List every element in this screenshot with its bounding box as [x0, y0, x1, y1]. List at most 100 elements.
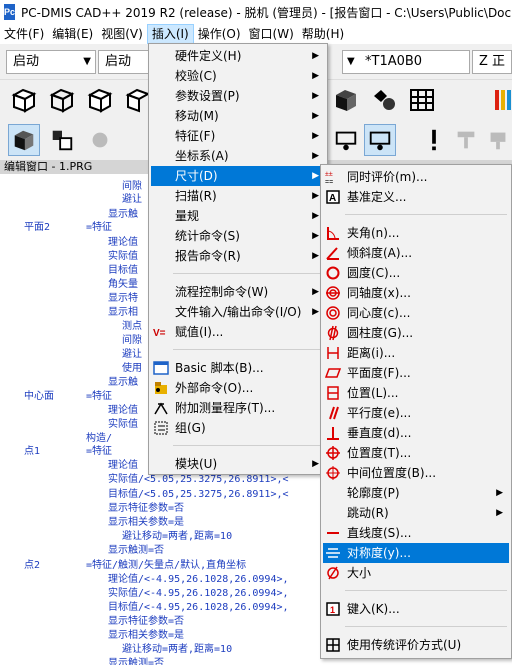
menu-item-scan[interactable]: 扫描(R) ▶	[151, 186, 325, 206]
menu-item-feature[interactable]: 特征(F) ▶	[151, 126, 325, 146]
fixture-icon[interactable]	[330, 124, 362, 156]
menu-item-group[interactable]: 组(G)	[151, 418, 325, 438]
code-line[interactable]: 目标值/<-4.95,26.1028,26.0994>,	[108, 598, 289, 613]
code-line[interactable]: 显示特征参数=否	[108, 499, 184, 514]
code-line[interactable]: 实际值	[108, 247, 138, 262]
code-line[interactable]: =特征/触测/矢量点/默认,直角坐标	[86, 556, 246, 571]
view-hidden-icon[interactable]	[84, 84, 116, 116]
view-wireframe-icon[interactable]	[46, 84, 78, 116]
code-line[interactable]: 角矢量	[108, 275, 138, 290]
code-line[interactable]: 避让	[122, 345, 142, 360]
menu-item-parameter-settings[interactable]: 参数设置(P) ▶	[151, 86, 325, 106]
menu-item-cylindricity[interactable]: 圆柱度(G)...	[323, 323, 509, 343]
code-line[interactable]: 实际值/<-4.95,26.1028,26.0994>,	[108, 584, 289, 599]
code-line[interactable]: 避让	[122, 190, 142, 205]
menu-item-perpendicularity[interactable]: 垂直度(d)...	[323, 423, 509, 443]
code-line[interactable]: 理论值	[108, 233, 138, 248]
code-line[interactable]: 显示特	[108, 289, 138, 304]
menu-item-hardware-definition[interactable]: 硬件定义(H) ▶	[151, 46, 325, 66]
menu-item-distance[interactable]: 距离(i)...	[323, 343, 509, 363]
code-line[interactable]: =特征	[86, 442, 112, 457]
menu-item-angularity[interactable]: 倾斜度(A)...	[323, 243, 509, 263]
feature-label[interactable]: 点2	[24, 556, 40, 571]
code-line[interactable]: 避让移动=两者,距离=10	[122, 640, 232, 655]
multi-cube-icon[interactable]	[46, 124, 78, 156]
code-line[interactable]: 显示触测=否	[108, 541, 164, 556]
menu-insert[interactable]: 插入(I)	[146, 24, 194, 44]
view-direction-combo[interactable]: Z 正	[472, 50, 512, 74]
shapes-icon[interactable]	[368, 84, 400, 116]
code-line[interactable]: 显示特征参数=否	[108, 612, 184, 627]
code-line[interactable]: 目标值/<5.05,25.3275,26.8911>,<	[108, 485, 289, 500]
code-line[interactable]: 使用	[122, 359, 142, 374]
alignment-combo[interactable]: 启动	[98, 50, 150, 74]
menu-item-flatness[interactable]: 平面度(F)...	[323, 363, 509, 383]
solid-select-icon[interactable]	[8, 124, 40, 156]
code-line[interactable]: 目标值	[108, 261, 138, 276]
menu-item-basic-script[interactable]: Basic 脚本(B)...	[151, 358, 325, 378]
code-line[interactable]: 显示触测=否	[108, 654, 164, 665]
menu-item-keyin[interactable]: 1 键入(K)...	[323, 599, 509, 619]
feature-label[interactable]: 点1	[24, 442, 40, 457]
menu-item-concentricity[interactable]: 同心度(c)...	[323, 303, 509, 323]
menu-help[interactable]: 帮助(H)	[298, 24, 348, 44]
menu-item-attach-program[interactable]: 附加测量程序(T)...	[151, 398, 325, 418]
code-line[interactable]: 显示触	[108, 205, 138, 220]
menu-item-alignment[interactable]: 坐标系(A) ▶	[151, 146, 325, 166]
feature-label[interactable]: 中心面	[24, 387, 54, 402]
menu-item-statistics[interactable]: 统计命令(S) ▶	[151, 226, 325, 246]
code-line[interactable]: 显示相关参数=是	[108, 513, 184, 528]
menu-item-profile[interactable]: 轮廓度(P) ▶	[323, 483, 509, 503]
alert-icon[interactable]	[418, 124, 450, 156]
menu-item-report[interactable]: 报告命令(R) ▶	[151, 246, 325, 266]
menu-item-external-command[interactable]: 外部命令(O)...	[151, 378, 325, 398]
menu-item-file-io[interactable]: 文件输入/输出命令(I/O) ▶	[151, 302, 325, 322]
menu-item-mid-position[interactable]: 中间位置度(B)...	[323, 463, 509, 483]
code-line[interactable]: 显示相	[108, 303, 138, 318]
menu-item-move[interactable]: 移动(M) ▶	[151, 106, 325, 126]
feature-label[interactable]: 平面2	[24, 218, 50, 233]
menu-item-gauge[interactable]: 量规 ▶	[151, 206, 325, 226]
menu-item-straightness[interactable]: 直线度(S)...	[323, 523, 509, 543]
menu-item-parallelism[interactable]: 平行度(e)...	[323, 403, 509, 423]
menu-item-runout[interactable]: 跳动(R) ▶	[323, 503, 509, 523]
menu-item-circularity[interactable]: 圆度(C)...	[323, 263, 509, 283]
code-line[interactable]: 间隙	[122, 331, 142, 346]
machine-gray-icon[interactable]	[450, 124, 482, 156]
menu-item-flow-control[interactable]: 流程控制命令(W) ▶	[151, 282, 325, 302]
probe-fixture-icon[interactable]	[364, 124, 396, 156]
menu-item-simultaneous-eval[interactable]: ±± == 同时评价(m)...	[323, 167, 509, 187]
menu-edit[interactable]: 编辑(E)	[48, 24, 97, 44]
menu-item-location[interactable]: 位置(L)...	[323, 383, 509, 403]
menu-item-coaxiality[interactable]: 同轴度(x)...	[323, 283, 509, 303]
menu-item-calibration[interactable]: 校验(C) ▶	[151, 66, 325, 86]
code-line[interactable]: 理论值/<-4.95,26.1028,26.0994>,	[108, 570, 289, 585]
menu-item-assign[interactable]: V= 赋值(I)...	[151, 322, 325, 342]
code-line[interactable]: 实际值	[108, 415, 138, 430]
menu-item-angle[interactable]: 夹角(n)...	[323, 223, 509, 243]
grid-icon[interactable]	[406, 84, 438, 116]
menu-item-datum-define[interactable]: A 基准定义...	[323, 187, 509, 207]
code-line[interactable]: 理论值	[108, 401, 138, 416]
code-line[interactable]: 避让移动=两者,距离=10	[122, 527, 232, 542]
menu-view[interactable]: 视图(V)	[97, 24, 147, 44]
menu-item-legacy-dimension[interactable]: 使用传统评价方式(U)	[323, 635, 509, 655]
shaded-solid-icon[interactable]	[330, 84, 362, 116]
view-solid-icon[interactable]	[8, 84, 40, 116]
menu-file[interactable]: 文件(F)	[0, 24, 48, 44]
menu-operation[interactable]: 操作(O)	[194, 24, 245, 44]
menu-window[interactable]: 窗口(W)	[245, 24, 298, 44]
code-line[interactable]: 显示触	[108, 373, 138, 388]
code-line[interactable]: =特征	[86, 218, 112, 233]
menu-item-size[interactable]: 大小	[323, 563, 509, 583]
menu-item-symmetry[interactable]: 对称度(y)...	[323, 543, 509, 563]
probe-head-icon[interactable]	[482, 124, 512, 156]
code-line[interactable]: 测点	[122, 317, 142, 332]
color-palette-icon[interactable]	[488, 84, 512, 116]
code-line[interactable]: 显示相关参数=是	[108, 626, 184, 641]
menu-item-module[interactable]: 模块(U) ▶	[151, 454, 325, 474]
workplane-combo[interactable]: 启动 ▼	[6, 50, 96, 74]
menu-item-dimension[interactable]: 尺寸(D) ▶	[151, 166, 325, 186]
menu-item-position[interactable]: 位置度(T)...	[323, 443, 509, 463]
code-line[interactable]: =特征	[86, 387, 112, 402]
